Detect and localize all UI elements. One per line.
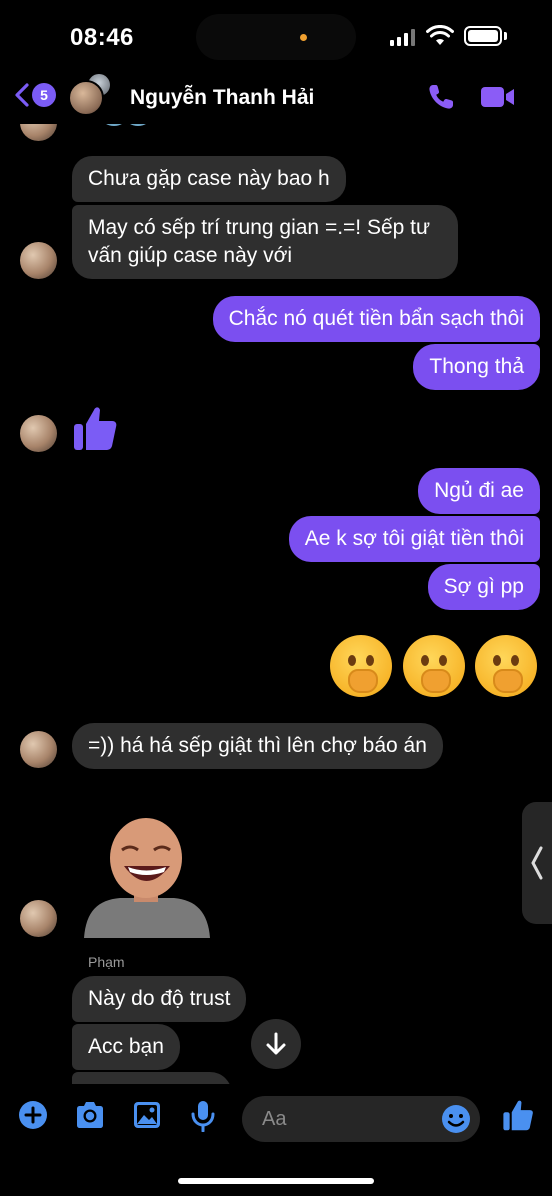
back-button[interactable]: 5 [14, 82, 56, 108]
contact-name[interactable]: Nguyễn Thanh Hải [130, 86, 314, 110]
sender-name: Phạm [88, 954, 125, 970]
message-bubble-outgoing[interactable]: Ae k sợ tôi giật tiền thôi [288, 516, 540, 562]
wifi-icon [426, 25, 454, 45]
hand-over-mouth-emoji[interactable] [475, 635, 537, 697]
plus-icon[interactable] [18, 1100, 48, 1130]
contact-avatar[interactable] [68, 80, 104, 116]
message-list[interactable]: Chưa gặp case này bao h May có sếp trí t… [0, 124, 552, 1084]
contact-avatar-small [20, 731, 57, 768]
camera-icon[interactable] [74, 1100, 106, 1130]
message-input-placeholder: Aa [262, 1108, 287, 1130]
camera-indicator-icon [300, 34, 307, 41]
message-bubble-incoming-partial [72, 1072, 232, 1084]
emoji-icon[interactable] [440, 1103, 472, 1135]
message-composer: Aa [0, 1084, 552, 1196]
message-bubble-incoming[interactable]: Này do độ trust [72, 976, 247, 1022]
message-bubble-outgoing[interactable]: Sợ gì pp [427, 564, 540, 610]
video-camera-icon[interactable] [480, 84, 516, 110]
cellular-signal-icon [390, 28, 415, 46]
like-icon[interactable] [72, 404, 118, 452]
message-bubble-outgoing[interactable]: Chắc nó quét tiền bẩn sạch thôi [212, 296, 540, 342]
message-bubble-incoming[interactable]: Chưa gặp case này bao h [72, 156, 346, 202]
partial-sticker [106, 124, 146, 126]
status-time: 08:46 [70, 24, 134, 51]
message-bubble-outgoing[interactable]: Ngủ đi ae [418, 468, 540, 514]
battery-icon [464, 26, 502, 46]
contact-avatar-small [20, 124, 57, 141]
dynamic-island [196, 14, 356, 60]
back-chevron-icon [15, 83, 29, 107]
contact-avatar-small [20, 415, 57, 452]
status-bar: 08:46 [0, 0, 552, 72]
hand-over-mouth-emoji[interactable] [330, 635, 392, 697]
phone-icon[interactable] [426, 82, 456, 112]
laughing-man-sticker[interactable] [78, 816, 214, 938]
message-bubble-incoming[interactable]: Acc bạn [72, 1024, 180, 1070]
hand-over-mouth-emoji[interactable] [403, 635, 465, 697]
side-panel-handle[interactable] [522, 802, 552, 924]
like-icon[interactable] [502, 1098, 534, 1132]
arrow-down-icon [266, 1032, 286, 1055]
conversation-header: 5 Nguyễn Thanh Hải [0, 72, 552, 124]
unread-count-badge: 5 [32, 83, 56, 107]
contact-avatar-small [20, 242, 57, 279]
message-input[interactable]: Aa [242, 1096, 480, 1142]
message-bubble-incoming[interactable]: May có sếp trí trung gian =.=! Sếp tư vấ… [72, 205, 458, 279]
microphone-icon[interactable] [190, 1100, 216, 1132]
chevron-left-icon [531, 846, 543, 880]
home-indicator [178, 1178, 374, 1184]
message-bubble-outgoing[interactable]: Thong thả [413, 344, 540, 390]
message-bubble-incoming[interactable]: =)) há há sếp giật thì lên chợ báo án [72, 723, 443, 769]
image-icon[interactable] [132, 1100, 162, 1130]
scroll-to-bottom-button[interactable] [251, 1019, 301, 1069]
contact-avatar-small [20, 900, 57, 937]
